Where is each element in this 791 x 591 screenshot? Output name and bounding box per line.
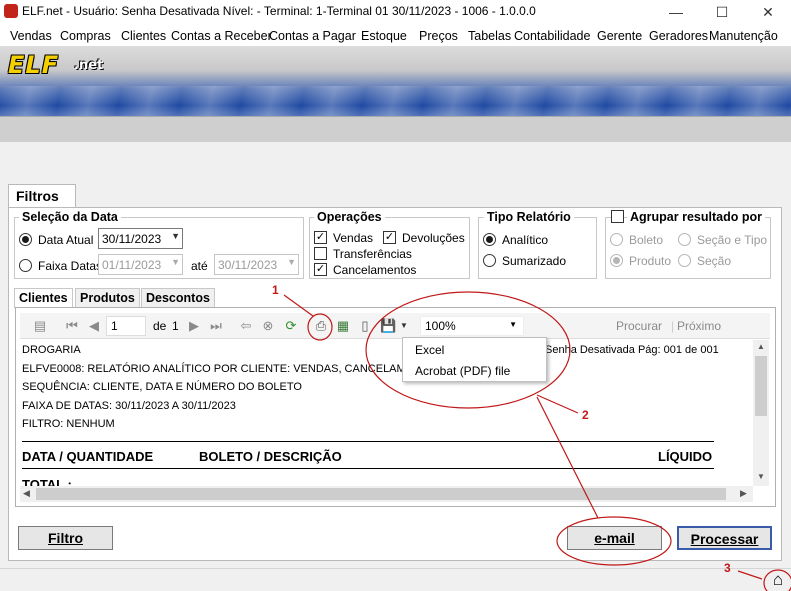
annotation-circle-email	[556, 516, 672, 566]
annotation-circle-2	[365, 291, 571, 409]
annotation-line-1	[283, 294, 314, 317]
annotation-label-1: 1	[272, 283, 279, 297]
annotation-label-2: 2	[582, 408, 589, 422]
annotation-label-3: 3	[724, 561, 731, 575]
annotation-line-3	[737, 570, 763, 580]
annotation-circle-3	[763, 569, 791, 591]
annotation-circle-1	[307, 313, 333, 341]
annotation-overlay	[283, 291, 791, 591]
